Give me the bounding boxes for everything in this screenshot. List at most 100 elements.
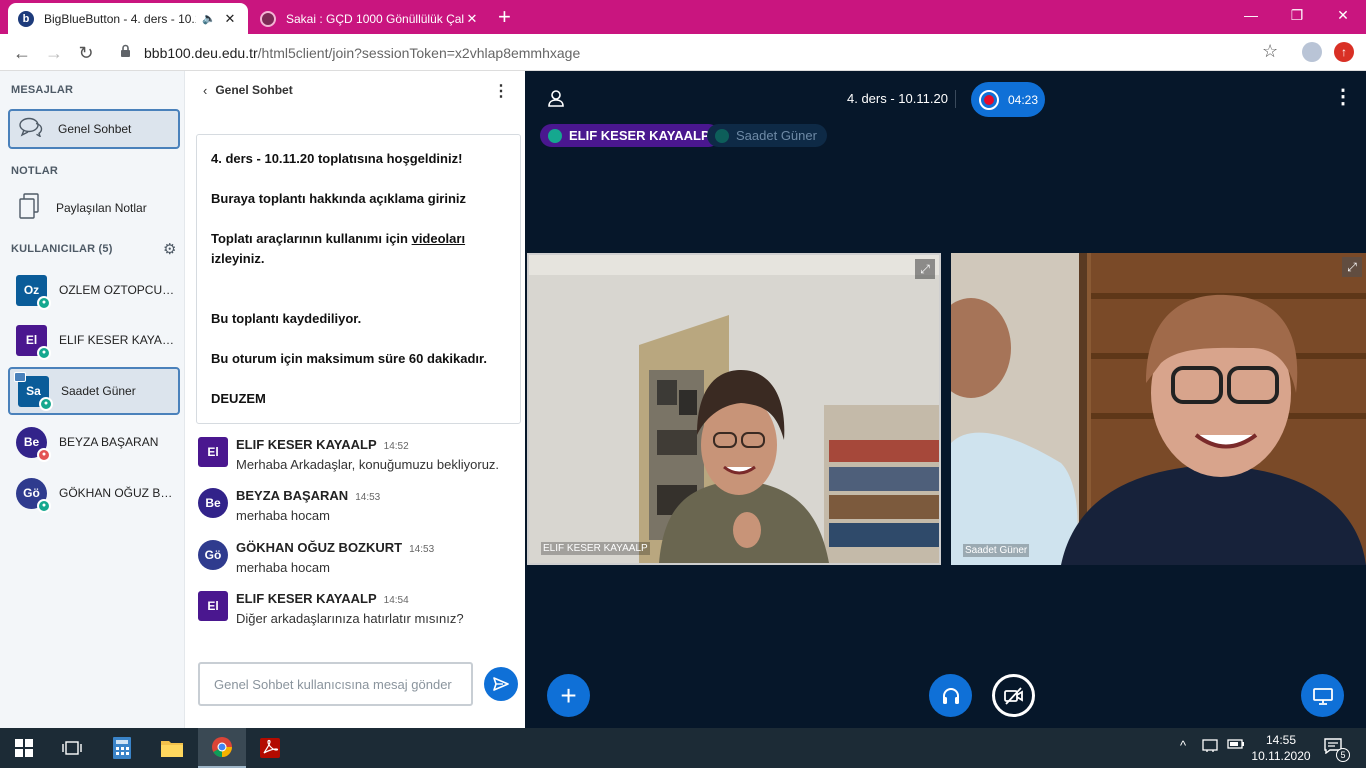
file-explorer-icon[interactable] [148, 728, 196, 768]
public-chat-item[interactable]: Genel Sohbet [8, 109, 180, 149]
welcome-line: Bu oturum için maksimum süre 60 dakikadı… [211, 351, 487, 366]
webcam-video[interactable]: Saadet Güner ⤢ [951, 253, 1366, 565]
chat-input-placeholder: Genel Sohbet kullanıcısına mesaj gönder [214, 676, 452, 692]
talking-indicator[interactable]: Saadet Güner [707, 124, 827, 147]
avatar: Gö ● [16, 477, 51, 513]
send-button[interactable] [484, 667, 518, 701]
restore-icon[interactable]: ❐ [1282, 4, 1312, 26]
fullscreen-icon[interactable]: ⤢ [915, 259, 935, 279]
microphone-status-icon: ● [39, 396, 53, 411]
avatar-initials: Gö [23, 486, 40, 500]
task-view-icon[interactable] [48, 728, 96, 768]
address-bar[interactable]: bbb100.deu.edu.tr/html5client/join?sessi… [108, 38, 1298, 67]
chevron-up-icon[interactable]: ^ [1180, 738, 1186, 753]
tab-title: BigBlueButton - 4. ders - 10.11.20 [44, 11, 196, 26]
videos-link[interactable]: videoları [412, 231, 465, 246]
tab-sakai[interactable]: Sakai : GÇD 1000 Gönüllülük Çalışmaları … [250, 3, 490, 34]
talker-name: Saadet Güner [736, 128, 817, 143]
video-label: ELIF KESER KAYAALP [541, 542, 650, 555]
message-sender: ELIF KESER KAYAALP [236, 591, 377, 606]
close-window-icon[interactable]: ✕ [1328, 4, 1358, 26]
avatar: El [198, 437, 228, 467]
muted-microphone-icon: ● [37, 447, 51, 462]
chat-bubble-icon [18, 117, 44, 142]
headphones-icon [942, 687, 959, 704]
tab-bigbluebutton[interactable]: b BigBlueButton - 4. ders - 10.11.20 🔈 ✕ [8, 3, 248, 34]
chat-title[interactable]: Genel Sohbet [215, 83, 292, 97]
extension-icon[interactable] [1302, 42, 1322, 62]
message-text: Diğer arkadaşlarınıza hatırlatır mısınız… [236, 611, 464, 626]
plus-icon: + [560, 679, 577, 711]
notes-icon [16, 192, 42, 224]
speaker-icon[interactable]: 🔈 [202, 12, 216, 25]
send-icon [493, 677, 509, 691]
camera-off-icon [1003, 686, 1023, 705]
close-tab-icon[interactable]: ✕ [464, 11, 480, 27]
chat-options-icon[interactable]: ⋮ [493, 81, 509, 101]
acrobat-icon[interactable] [246, 728, 294, 768]
talking-indicator[interactable]: ELIF KESER KAYAALP [540, 124, 720, 147]
sakai-favicon-icon [260, 10, 276, 27]
share-webcam-button[interactable] [992, 674, 1035, 717]
battery-icon[interactable] [1227, 738, 1245, 753]
url-host: bbb100.deu.edu.tr [144, 44, 258, 61]
user-item[interactable]: Gö ● GÖKHAN OĞUZ BOZKURT [8, 469, 180, 517]
webcam-video[interactable]: ELIF KESER KAYAALP ⤢ [527, 253, 941, 565]
message-text: merhaba hocam [236, 560, 330, 575]
microphone-status-icon: ● [37, 498, 51, 513]
avatar: Be [198, 488, 228, 518]
welcome-line: Toplatı araçlarının kullanımı için video… [211, 229, 506, 269]
divider [955, 90, 956, 108]
chat-message: Be BEYZA BAŞARAN 14:53 merhaba hocam [198, 488, 518, 523]
user-item[interactable]: Be ● BEYZA BAŞARAN [8, 418, 180, 466]
avatar-initials: Be [23, 435, 40, 449]
message-sender: GÖKHAN OĞUZ BOZKURT [236, 540, 403, 555]
shared-notes-item[interactable]: Paylaşılan Notlar [8, 188, 180, 228]
messages-section-title: MESAJLAR [11, 84, 74, 96]
network-icon[interactable] [1202, 738, 1218, 755]
avatar: Sa ● [14, 371, 53, 411]
bookmark-star-icon[interactable]: ☆ [1262, 41, 1278, 62]
update-icon[interactable]: ↑ [1334, 42, 1354, 62]
user-name: Saadet Güner [61, 384, 136, 398]
chat-message-input[interactable]: Genel Sohbet kullanıcısına mesaj gönder [198, 662, 473, 706]
gear-icon[interactable]: ⚙ [163, 240, 176, 258]
users-section-title: KULLANICILAR (5) [11, 243, 113, 255]
meeting-area: 4. ders - 10.11.20 04:23 ⋮ ELIF KESER KA… [525, 71, 1366, 728]
windows-start-icon[interactable] [0, 728, 48, 768]
back-icon[interactable]: ← [10, 41, 34, 65]
avatar-initials: El [25, 333, 38, 347]
forward-icon[interactable]: → [42, 41, 66, 65]
video-label: Saadet Güner [963, 544, 1030, 557]
user-list-toggle-icon[interactable] [547, 89, 567, 109]
system-clock[interactable]: 14:55 10.11.2020 [1251, 732, 1311, 764]
chevron-left-icon[interactable]: ‹ [203, 83, 207, 98]
recording-indicator[interactable]: 04:23 [971, 82, 1045, 117]
leave-audio-button[interactable] [929, 674, 972, 717]
avatar: El ● [16, 324, 51, 360]
lock-icon[interactable] [120, 44, 134, 61]
avatar: Gö [198, 540, 228, 570]
new-tab-icon[interactable]: + [498, 5, 511, 29]
calculator-icon[interactable] [98, 728, 146, 768]
message-sender: ELIF KESER KAYAALP [236, 437, 377, 452]
welcome-line: Buraya toplantı hakkında açıklama girini… [211, 191, 467, 206]
welcome-line: Bu toplantı kaydediliyor. [211, 311, 362, 326]
avatar: Be ● [16, 426, 51, 462]
message-time: 14:53 [409, 544, 435, 555]
presentation-icon [1312, 687, 1333, 705]
close-tab-icon[interactable]: ✕ [222, 11, 238, 27]
presentation-button[interactable] [1301, 674, 1344, 717]
minimize-icon[interactable]: — [1236, 4, 1266, 26]
user-item[interactable]: Sa ● Saadet Güner [8, 367, 180, 415]
message-text: Merhaba Arkadaşlar, konuğumuzu bekliyoru… [236, 457, 500, 472]
reload-icon[interactable]: ↻ [74, 41, 98, 65]
chrome-icon[interactable] [198, 728, 246, 768]
actions-button[interactable]: + [547, 674, 590, 717]
fullscreen-icon[interactable]: ⤢ [1342, 257, 1362, 277]
user-item[interactable]: Oz ● OZLEM OZTOPCU (Siz) [8, 266, 180, 314]
webcam-feed-image [951, 253, 1366, 565]
microphone-status-icon: ● [37, 295, 51, 310]
options-menu-icon[interactable]: ⋮ [1333, 87, 1353, 107]
user-item[interactable]: El ● ELIF KESER KAYAALP [8, 316, 180, 364]
